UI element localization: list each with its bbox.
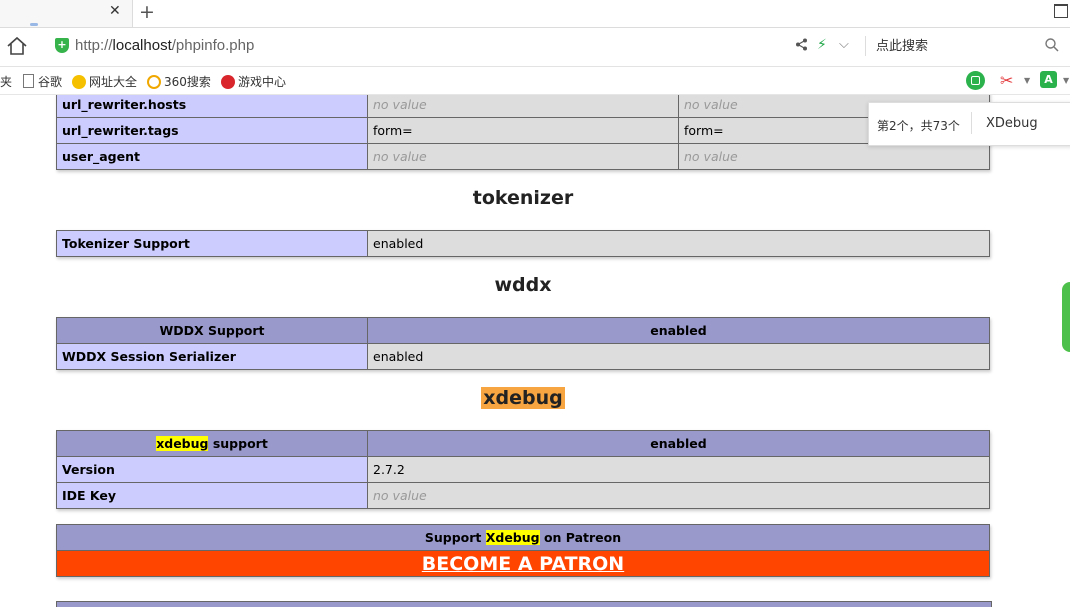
directive-value: enabled xyxy=(367,343,990,370)
find-bar[interactable]: 第2个，共73个 XDebug xyxy=(868,102,1070,146)
header-value: enabled xyxy=(367,317,990,344)
tab-close-icon[interactable]: ✕ xyxy=(109,3,121,19)
secure-shield-icon[interactable]: + xyxy=(55,38,69,53)
directive-name: url_rewriter.hosts xyxy=(56,95,368,118)
table-header-row: xdebug support enabled xyxy=(56,430,990,457)
active-search-highlight: xdebug xyxy=(481,387,565,409)
side-panel-handle[interactable] xyxy=(1062,282,1070,352)
directive-value: 2.7.2 xyxy=(367,456,990,483)
search-icon[interactable] xyxy=(1045,38,1059,56)
find-term[interactable]: XDebug xyxy=(986,116,1038,131)
chat-extension-icon[interactable] xyxy=(966,71,985,90)
find-count: 第2个，共73个 xyxy=(877,119,960,133)
section-title-wddx: wddx xyxy=(494,274,552,296)
header-name: WDDX Support xyxy=(56,317,368,344)
directive-name: IDE Key xyxy=(56,482,368,509)
patron-suffix: on Patreon xyxy=(539,530,622,545)
xdebug-table: xdebug support enabled Version 2.7.2 IDE… xyxy=(56,430,990,509)
directive-value: enabled xyxy=(367,230,990,257)
table-row: IDE Key no value xyxy=(56,482,990,509)
bookmark-google[interactable]: 谷歌 xyxy=(23,73,62,90)
patron-cell: BECOME A PATRON xyxy=(56,550,990,577)
header-suffix: support xyxy=(208,436,268,451)
address-bar: + http://localhost/phpinfo.php ⚡ ⌵ xyxy=(0,28,1070,67)
bookmark-label: 网址大全 xyxy=(89,75,138,89)
new-tab-button[interactable]: + xyxy=(139,1,155,23)
bookmark-label: 谷歌 xyxy=(38,75,63,89)
become-patron-link[interactable]: BECOME A PATRON xyxy=(422,553,624,575)
url-path: /phpinfo.php xyxy=(171,37,255,54)
share-icon[interactable] xyxy=(795,38,808,55)
browser-tab[interactable]: ✕ xyxy=(0,0,133,27)
next-table-edge xyxy=(56,601,992,607)
bookmarks-bar: 夹 谷歌 网址大全 360搜索 游戏中心 xyxy=(0,67,1070,95)
loading-indicator xyxy=(30,23,38,26)
local-value: no value xyxy=(367,143,679,170)
chevron-down-icon[interactable]: ⌵ xyxy=(839,37,849,52)
bookmark-360-search[interactable]: 360搜索 xyxy=(147,73,211,90)
table-row: user_agent no value no value xyxy=(56,143,990,170)
search-highlight: xdebug xyxy=(156,436,209,451)
dropdown-arrow-icon[interactable]: ▼ xyxy=(1063,76,1069,85)
tokenizer-table: Tokenizer Support enabled xyxy=(56,230,990,257)
directive-value: no value xyxy=(367,482,990,509)
directory-icon xyxy=(72,75,86,89)
local-value: no value xyxy=(367,95,679,118)
table-row: url_rewriter.tags form= form= xyxy=(56,117,990,144)
header-value: enabled xyxy=(367,430,990,457)
translate-extension-icon[interactable]: A xyxy=(1040,71,1057,88)
table-row: WDDX Session Serializer enabled xyxy=(56,343,990,370)
bolt-icon[interactable]: ⚡ xyxy=(817,37,827,53)
directive-name: Tokenizer Support xyxy=(56,230,368,257)
table-row: Tokenizer Support enabled xyxy=(56,230,990,257)
header-name: xdebug support xyxy=(56,430,368,457)
game-center-icon xyxy=(221,75,235,89)
dropdown-arrow-icon[interactable]: ▼ xyxy=(1024,76,1030,85)
patron-row: BECOME A PATRON xyxy=(56,550,990,577)
360-search-icon xyxy=(147,75,161,89)
bookmark-folder[interactable]: 夹 xyxy=(0,73,12,90)
table-header-row: WDDX Support enabled xyxy=(56,317,990,344)
local-value: form= xyxy=(367,117,679,144)
bookmark-game-center[interactable]: 游戏中心 xyxy=(221,73,286,90)
table-row: Version 2.7.2 xyxy=(56,456,990,483)
bookmark-label: 夹 xyxy=(0,75,13,89)
table-header-row: Support Xdebug on Patreon xyxy=(56,524,990,551)
patron-table: Support Xdebug on Patreon BECOME A PATRO… xyxy=(56,524,990,577)
wddx-table: WDDX Support enabled WDDX Session Serial… xyxy=(56,317,990,370)
url-prefix: http:// xyxy=(75,37,113,54)
restore-window-icon[interactable] xyxy=(1054,4,1068,18)
home-icon[interactable] xyxy=(6,36,28,60)
master-value: no value xyxy=(678,143,990,170)
scissors-icon[interactable]: ✂ xyxy=(1000,71,1013,90)
directive-name: Version xyxy=(56,456,368,483)
bookmark-label: 游戏中心 xyxy=(238,75,287,89)
document-icon xyxy=(23,74,34,88)
divider xyxy=(971,112,972,134)
search-input[interactable] xyxy=(872,34,1040,58)
directive-name: url_rewriter.tags xyxy=(56,117,368,144)
section-title-tokenizer: tokenizer xyxy=(472,187,574,209)
patron-prefix: Support xyxy=(424,530,486,545)
section-title-xdebug: xdebug xyxy=(0,387,1046,409)
bookmark-label: 360搜索 xyxy=(164,75,211,89)
page-content: url_rewriter.hosts no value no value url… xyxy=(0,95,1070,607)
directive-name: user_agent xyxy=(56,143,368,170)
patron-header: Support Xdebug on Patreon xyxy=(56,524,990,551)
url-field[interactable]: http://localhost/phpinfo.php xyxy=(75,37,254,54)
bookmark-directory[interactable]: 网址大全 xyxy=(72,73,137,90)
divider xyxy=(865,36,866,56)
directives-table: url_rewriter.hosts no value no value url… xyxy=(56,95,990,170)
directive-name: WDDX Session Serializer xyxy=(56,343,368,370)
search-highlight: Xdebug xyxy=(485,530,540,545)
url-host: localhost xyxy=(112,37,172,54)
tab-strip: ✕ + xyxy=(0,0,1070,28)
table-row: url_rewriter.hosts no value no value xyxy=(56,95,990,118)
